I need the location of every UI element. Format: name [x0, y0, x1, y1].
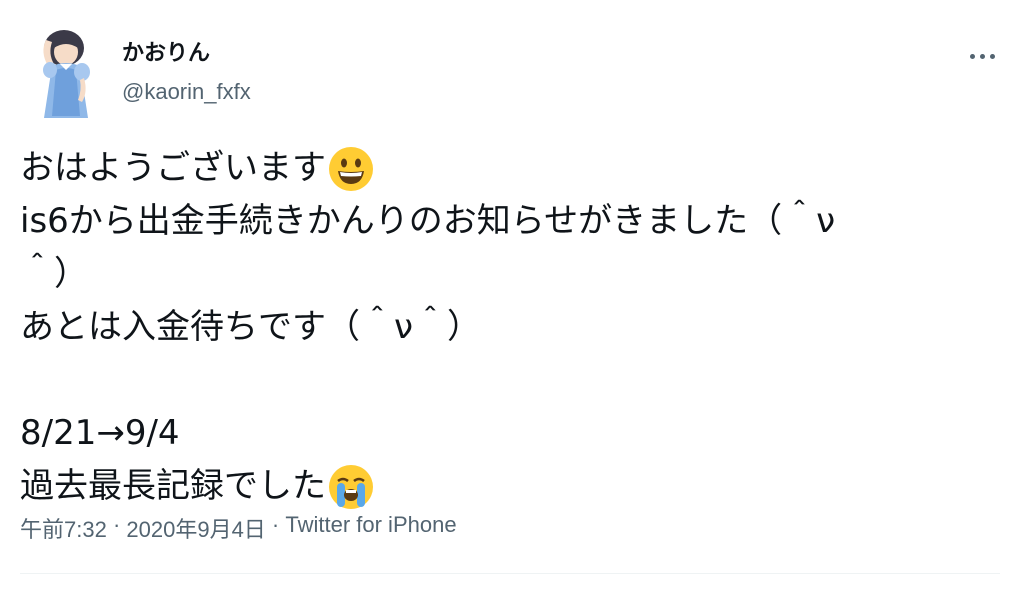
more-button[interactable] [964, 46, 1000, 66]
author-handle[interactable]: @kaorin_fxfx [122, 78, 251, 106]
tweet-text: おはようございます is6から出金手続きかんりのお知らせがきました（＾ν ＾） … [20, 142, 1004, 513]
tweet-line-text: is6から出金手続きかんりのお知らせがきました（＾ν [20, 201, 836, 241]
tweet-line-text: あとは入金待ちです（＾ν＾） [20, 307, 481, 347]
tweet-source[interactable]: Twitter for iPhone [285, 512, 456, 544]
divider [20, 573, 1000, 574]
tweet-line: おはようございます [20, 142, 1004, 195]
meta-separator: · [106, 512, 127, 537]
tweet-line-text: おはようございます [20, 148, 326, 188]
tweet-line: 過去最長記録でした [20, 460, 1004, 513]
meta-separator: · [265, 512, 286, 537]
tweet-time[interactable]: 午前7:32 [20, 512, 107, 544]
author-display-name[interactable]: かおりん [122, 40, 251, 68]
avatar[interactable] [22, 26, 108, 120]
tweet-line-text: 8/21→9/4 [20, 413, 180, 453]
grinning-face-emoji [329, 146, 373, 191]
tweet-line: is6から出金手続きかんりのお知らせがきました（＾ν [20, 195, 1004, 248]
author-block: かおりん @kaorin_fxfx [122, 40, 251, 106]
tweet-line: ＾） [20, 248, 1004, 301]
tweet-line: 8/21→9/4 [20, 407, 1004, 460]
more-icon [969, 53, 995, 59]
tweet-line: あとは入金待ちです（＾ν＾） [20, 301, 1004, 354]
tweet-line-text: 過去最長記録でした [20, 466, 326, 506]
avatar-illustration [43, 30, 90, 118]
tweet-line-text: ＾） [20, 254, 88, 294]
tweet-date[interactable]: 2020年9月4日 [126, 512, 265, 544]
tweet-card: かおりん @kaorin_fxfx おはようございます is6から出金手続きかん… [0, 0, 1024, 589]
loudly-crying-face-emoji [329, 464, 373, 509]
tweet-meta: 午前7:32 · 2020年9月4日 · Twitter for iPhone [20, 512, 457, 544]
